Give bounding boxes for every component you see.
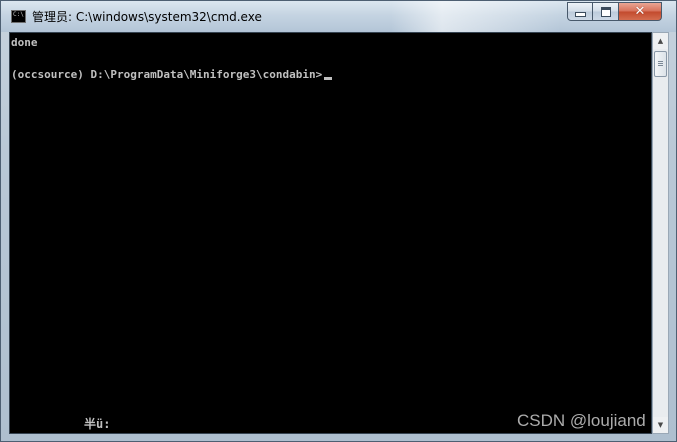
title-bar[interactable]: C:\ 管理员: C:\windows\system32\cmd.exe ✕	[1, 1, 676, 32]
title-bar-glare	[391, 1, 561, 32]
minimize-icon	[574, 12, 586, 17]
vertical-scrollbar[interactable]: ▲ ▼	[652, 32, 669, 434]
maximize-icon	[600, 6, 611, 17]
thumb-grip	[658, 65, 663, 66]
window-title: 管理员: C:\windows\system32\cmd.exe	[32, 10, 262, 24]
console-output[interactable]: done (occsource) D:\ProgramData\Miniforg…	[9, 32, 652, 434]
console-prompt-line[interactable]: (occsource) D:\ProgramData\Miniforge3\co…	[11, 67, 333, 83]
close-button[interactable]: ✕	[619, 2, 662, 21]
csdn-watermark: CSDN @loujiand	[517, 411, 646, 430]
scroll-down-arrow-icon[interactable]: ▼	[653, 417, 668, 433]
maximize-button[interactable]	[593, 2, 619, 21]
console-prompt: (occsource) D:\ProgramData\Miniforge3\co…	[11, 68, 323, 81]
cmd-icon[interactable]: C:\	[11, 10, 26, 23]
cmd-icon-label: C:\	[13, 11, 24, 18]
thumb-grip	[658, 63, 663, 64]
minimize-button[interactable]	[567, 2, 593, 21]
scroll-up-arrow-icon[interactable]: ▲	[653, 33, 668, 49]
scrollbar-thumb[interactable]	[654, 51, 667, 77]
ime-status: 半ü:	[84, 417, 111, 431]
console-line: done	[11, 36, 38, 49]
text-cursor	[324, 77, 333, 80]
close-icon: ✕	[634, 4, 646, 19]
cmd-window: C:\ 管理员: C:\windows\system32\cmd.exe ✕ d…	[0, 0, 677, 442]
caption-buttons: ✕	[567, 2, 662, 22]
thumb-grip	[658, 61, 663, 62]
